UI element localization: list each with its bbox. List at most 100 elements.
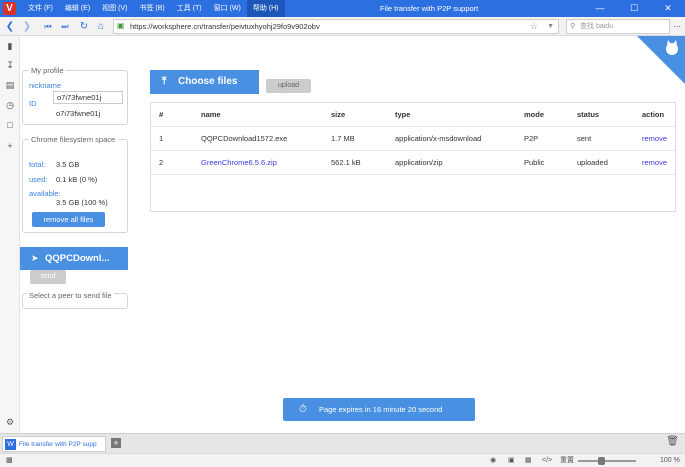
upload-icon: ⤒ [162, 76, 167, 87]
table-row: 2 GreenChrome6.5.6.zip 562.1 kB applicat… [151, 151, 675, 175]
choose-files-label: Choose files [178, 76, 238, 87]
status-bar: ▩ ◉ ▣ ▦ </> 重置 100 % [0, 453, 685, 467]
menu-view[interactable]: 视图 (V) [96, 0, 133, 17]
page-content: My profile nickname o7i73fwne01j ID o7i7… [20, 36, 685, 433]
zoom-reset-label[interactable]: 重置 [560, 454, 574, 467]
history-icon[interactable]: ◷ [4, 99, 16, 111]
row-num: 2 [159, 158, 164, 167]
selected-file-bar[interactable]: ➤ QQPCDownl... [20, 247, 128, 270]
new-tab-button[interactable]: + [111, 438, 121, 448]
search-box[interactable]: ⚲ 查找 baidu [566, 19, 670, 34]
file-size: 562.1 kB [331, 158, 361, 167]
col-status: status [577, 110, 600, 119]
available-label: available: [29, 189, 61, 198]
trash-icon[interactable]: 🗑 [666, 436, 679, 447]
id-value: o7i73fwne01j [56, 109, 101, 118]
menu-file[interactable]: 文件 (F) [22, 0, 59, 17]
nickname-label: nickname [29, 81, 62, 90]
file-type: application/zip [395, 158, 443, 167]
menu-window[interactable]: 窗口 (W) [208, 0, 247, 17]
last-page-icon[interactable]: ⏭ [57, 17, 73, 36]
file-name: QQPCDownload1572.exe [201, 134, 288, 143]
tab-file-transfer[interactable]: W File transfer with P2P supp [2, 436, 106, 452]
profile-panel: My profile nickname o7i73fwne01j ID o7i7… [22, 66, 128, 125]
files-table: # name size type mode status action 1 QQ… [150, 102, 676, 212]
send-plane-icon: ➤ [31, 253, 39, 263]
peer-select-text: Select a peer to send file [27, 291, 114, 300]
menu-help[interactable]: 帮助 (H) [246, 0, 285, 17]
zoom-level: 100 % [660, 457, 680, 464]
choose-files-button[interactable]: ⤒ Choose files [150, 70, 259, 94]
expire-banner: ⏱ Page expires in 16 minute 20 second [283, 398, 475, 421]
zoom-slider-handle[interactable] [598, 457, 605, 465]
file-name-link[interactable]: GreenChrome6.5.6.zip [201, 151, 277, 175]
browser-logo[interactable]: V [3, 2, 16, 15]
col-type: type [395, 110, 411, 119]
tab-favicon-icon: W [5, 439, 16, 450]
zoom-track[interactable] [578, 460, 636, 462]
col-action: action [642, 110, 665, 119]
download-icon[interactable]: ↧ [4, 59, 16, 71]
table-row: 1 QQPCDownload1572.exe 1.7 MB applicatio… [151, 127, 675, 151]
gear-icon[interactable]: ⚙ [4, 416, 16, 428]
close-window-button[interactable]: ✕ [651, 0, 685, 17]
available-value: 3.5 GB (100 %) [56, 198, 108, 207]
remove-all-files-button[interactable]: remove all files [32, 212, 105, 227]
more-menu-icon[interactable]: ⋯ [673, 17, 681, 36]
title-bar: V 文件 (F) 编辑 (E) 视图 (V) 书签 (B) 工具 (T) 窗口 … [0, 0, 685, 17]
notes-icon[interactable]: ▤ [4, 79, 16, 91]
file-status: sent [577, 134, 592, 143]
remove-link[interactable]: remove [642, 151, 667, 175]
window-controls: — ☐ ✕ [583, 0, 685, 17]
storage-panel: Chrome filesystem space total: 3.5 GB us… [22, 135, 128, 233]
maximize-button[interactable]: ☐ [617, 0, 651, 17]
used-label: used: [29, 175, 48, 184]
row-num: 1 [159, 134, 164, 143]
total-label: total: [29, 160, 46, 169]
image-icon[interactable]: ▦ [525, 454, 532, 467]
profile-legend: My profile [29, 66, 66, 75]
address-bar: ❮ ❯ ⏮ ⏭ ↻ ⌂ ▣ https://worksphere.cn/tran… [0, 17, 685, 36]
menu-edit[interactable]: 编辑 (E) [59, 0, 96, 17]
window-title: File transfer with P2P support [380, 4, 479, 13]
menu-tools[interactable]: 工具 (T) [171, 0, 208, 17]
selected-file-name: QQPCDownl... [45, 253, 110, 264]
menu-bookmarks[interactable]: 书签 (B) [133, 0, 170, 17]
window-panel-icon[interactable]: □ [4, 119, 16, 131]
add-panel-icon[interactable]: + [4, 140, 16, 152]
url-text[interactable]: https://worksphere.cn/transfer/peivtuxhy… [130, 20, 320, 33]
peer-select-panel[interactable]: Select a peer to send file [22, 291, 128, 309]
search-icon: ⚲ [570, 23, 576, 30]
tab-bar: W File transfer with P2P supp + 🗑 [0, 433, 685, 453]
col-name: name [201, 110, 221, 119]
bookmark-star-icon[interactable]: ☆ [530, 20, 538, 33]
url-field[interactable]: ▣ https://worksphere.cn/transfer/peivtux… [113, 19, 559, 34]
back-icon[interactable]: ❮ [2, 17, 18, 36]
forward-icon[interactable]: ❯ [19, 17, 35, 36]
storage-legend: Chrome filesystem space [29, 135, 119, 144]
camera-icon[interactable]: ◉ [490, 454, 496, 467]
upload-button[interactable]: upload [266, 79, 311, 93]
file-status: uploaded [577, 158, 608, 167]
code-icon[interactable]: </> [542, 454, 552, 467]
minimize-button[interactable]: — [583, 0, 617, 17]
panel-toggle-icon[interactable]: ▩ [6, 454, 13, 467]
reload-icon[interactable]: ↻ [76, 17, 92, 36]
search-placeholder[interactable]: 查找 baidu [580, 20, 613, 33]
chevron-down-icon[interactable]: ▼ [547, 20, 554, 33]
lock-icon: ▣ [117, 21, 125, 30]
home-icon[interactable]: ⌂ [93, 17, 109, 36]
nickname-input[interactable]: o7i73fwne01j [53, 91, 123, 104]
first-page-icon[interactable]: ⏮ [40, 17, 56, 36]
send-button[interactable]: send [30, 270, 66, 284]
col-num: # [159, 110, 164, 119]
window-tile-icon[interactable]: ▣ [508, 454, 515, 467]
col-size: size [331, 110, 346, 119]
col-mode: mode [524, 110, 545, 119]
remove-link[interactable]: remove [642, 127, 667, 151]
bookmark-icon[interactable]: ▮ [4, 40, 16, 52]
file-mode: P2P [524, 134, 539, 143]
table-header: # name size type mode status action [151, 103, 675, 127]
github-corner-icon[interactable] [637, 36, 685, 84]
tab-title: File transfer with P2P supp [19, 441, 97, 448]
